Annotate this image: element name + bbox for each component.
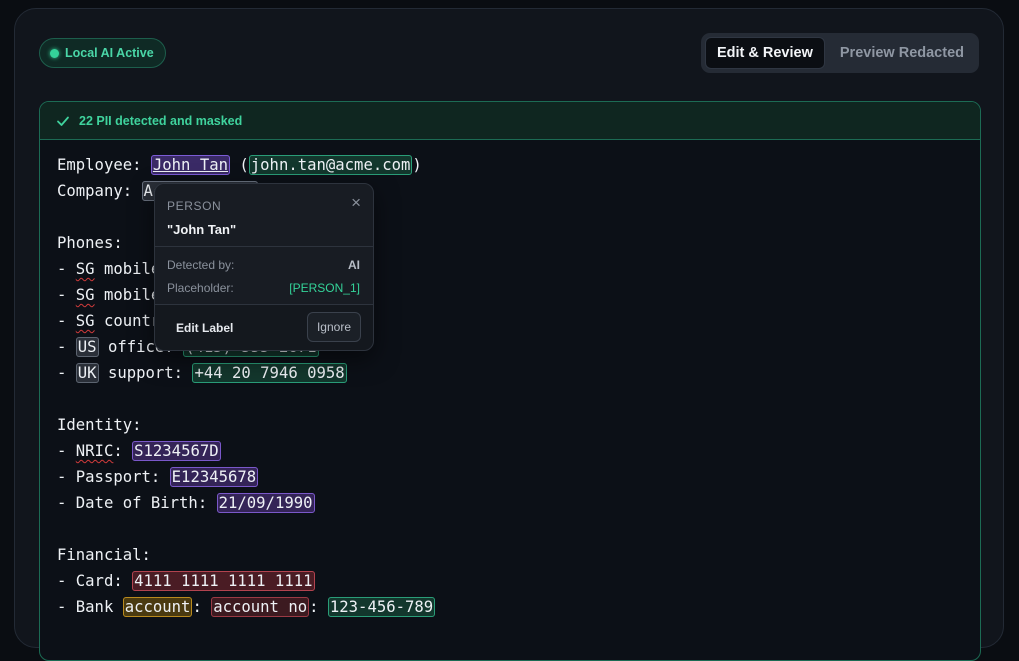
document-text-segment: support: (98, 364, 193, 382)
pii-entity-popover: PERSON × "John Tan" Detected by: AI Plac… (154, 183, 374, 351)
pii-summary-text: 22 PII detected and masked (79, 113, 243, 128)
document-text-segment: - (57, 338, 76, 356)
document-text-segment: ( (230, 156, 249, 174)
document-line: Employee: John Tan (john.tan@acme.com) (57, 152, 435, 178)
document-line: Identity: (57, 412, 435, 438)
document-text-segment: - (57, 260, 76, 278)
detected-by-row: Detected by: AI (167, 258, 360, 272)
document-text-segment: - Card: (57, 572, 133, 590)
document-text-segment: - Passport: (57, 468, 170, 486)
close-icon[interactable]: × (351, 193, 361, 213)
status-badge-label: Local AI Active (65, 46, 154, 60)
spellcheck-word: SG (75, 286, 95, 304)
edit-label-button[interactable]: Edit Label (176, 321, 233, 335)
document-line: - Card: 4111 1111 1111 1111 (57, 568, 435, 594)
document-text-segment: - (57, 364, 76, 382)
document-text-segment: - (57, 286, 76, 304)
document-text-segment: : (309, 598, 328, 616)
pii-highlight-country[interactable]: UK (75, 363, 99, 383)
detected-by-label: Detected by: (167, 258, 235, 272)
document-line: - UK support: +44 20 7946 0958 (57, 360, 435, 386)
pii-highlight-card[interactable]: 4111 1111 1111 1111 (132, 571, 315, 591)
placeholder-label: Placeholder: (167, 281, 234, 295)
placeholder-value: [PERSON_1] (289, 281, 360, 295)
document-text-segment: - (57, 442, 76, 460)
document-line: - Bank account: account no: 123-456-789 (57, 594, 436, 620)
pii-highlight-id[interactable]: S1234567D (132, 441, 221, 461)
pii-highlight-country[interactable]: US (75, 337, 99, 357)
pii-summary-bar: 22 PII detected and masked (40, 102, 980, 140)
document-text-segment: - Bank (57, 598, 123, 616)
tab-edit-review[interactable]: Edit & Review (704, 37, 825, 69)
pii-highlight-id[interactable]: E12345678 (169, 467, 259, 487)
document-line: - NRIC: S1234567D (57, 438, 435, 464)
check-icon (57, 116, 69, 126)
status-dot-icon (50, 48, 59, 58)
spellcheck-word: SG (75, 260, 95, 278)
pii-highlight-phone[interactable]: +44 20 7946 0958 (192, 363, 347, 383)
entity-type-label: PERSON (167, 199, 222, 213)
document-text-segment: Identity: (57, 416, 142, 434)
pii-highlight-person[interactable]: John Tan (150, 155, 230, 175)
document-text-segment: - (57, 312, 76, 330)
placeholder-row: Placeholder: [PERSON_1] (167, 281, 360, 295)
popover-divider (155, 246, 373, 247)
document-text-segment: : (192, 598, 212, 616)
document-text-segment: ) (412, 156, 422, 174)
document-text-segment: - Date of Birth: (57, 494, 217, 512)
document-text-segment: Company: (57, 182, 142, 200)
mode-toggle: Edit & Review Preview Redacted (700, 33, 979, 73)
spellcheck-word: NRIC (75, 442, 114, 460)
pii-highlight-acct[interactable]: account (122, 597, 193, 617)
entity-value: "John Tan" (167, 222, 237, 237)
ignore-button[interactable]: Ignore (306, 312, 361, 342)
local-ai-status-badge: Local AI Active (39, 38, 166, 68)
detected-by-value: AI (348, 258, 360, 272)
spellcheck-word: SG (75, 312, 95, 330)
pii-highlight-phone[interactable]: 123-456-789 (327, 597, 436, 617)
popover-footer-divider (155, 304, 373, 305)
document-line: - Passport: E12345678 (57, 464, 435, 490)
document-line: Financial: (57, 542, 435, 568)
pii-highlight-acctno[interactable]: account no (211, 597, 310, 617)
pii-highlight-email[interactable]: john.tan@acme.com (248, 155, 413, 175)
document-text-segment: : (113, 442, 133, 460)
document-text-segment: Employee: (57, 156, 151, 174)
pii-highlight-id[interactable]: 21/09/1990 (216, 493, 315, 513)
document-line: - Date of Birth: 21/09/1990 (57, 490, 435, 516)
document-text-segment: Financial: (57, 546, 151, 564)
tab-preview-redacted[interactable]: Preview Redacted (829, 37, 975, 69)
document-text-segment: Phones: (57, 234, 123, 252)
